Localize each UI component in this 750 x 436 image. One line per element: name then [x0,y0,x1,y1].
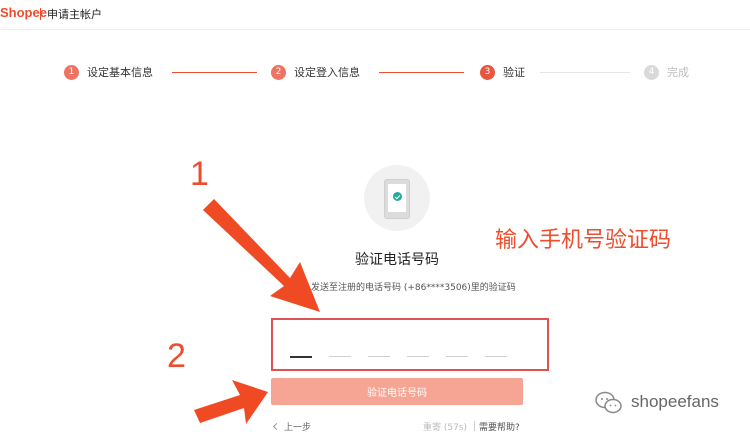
watermark-text: shopeefans [631,392,719,411]
wechat-icon [595,391,622,414]
arrow-2-icon [194,380,268,424]
arrow-1-icon [203,199,320,312]
annotation-arrows [194,199,320,424]
